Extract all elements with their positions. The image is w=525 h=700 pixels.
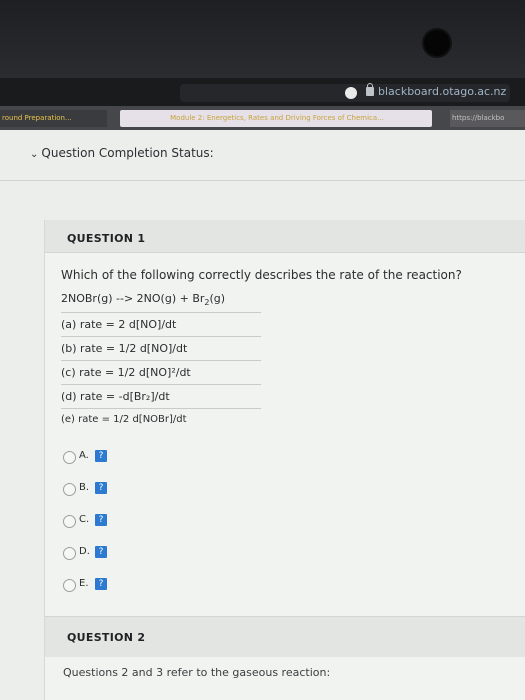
question-2-header: QUESTION 2 [45, 616, 525, 657]
help-icon[interactable]: ? [95, 450, 107, 462]
reaction-text: 2NOBr(g) --> 2NO(g) + Br [61, 292, 205, 305]
radio-e[interactable] [63, 579, 76, 592]
address-bar[interactable]: blackboard.otago.ac.nz [0, 78, 525, 106]
help-icon[interactable]: ? [95, 546, 107, 558]
radio-a[interactable] [63, 451, 76, 464]
divider [0, 180, 525, 181]
url-text[interactable]: blackboard.otago.ac.nz [378, 85, 506, 98]
choice-b: (b) rate = 1/2 d[NO]/dt [61, 342, 188, 355]
option-a-label: A. [79, 450, 89, 461]
question-2-text: Questions 2 and 3 refer to the gaseous r… [63, 666, 331, 679]
option-c-label: C. [79, 514, 90, 525]
question-1-header: QUESTION 1 [45, 220, 525, 253]
radio-c[interactable] [63, 515, 76, 528]
tab-preparation[interactable]: round Preparation... [0, 110, 107, 127]
page-content: ⌄ Question Completion Status: QUESTION 1 … [0, 130, 525, 700]
completion-status-toggle[interactable]: ⌄ Question Completion Status: [30, 146, 214, 160]
question-1-prompt: Which of the following correctly describ… [61, 268, 462, 282]
choice-d: (d) rate = -d[Br₂]/dt [61, 390, 170, 403]
chevron-down-icon: ⌄ [30, 149, 39, 160]
reaction-equation: 2NOBr(g) --> 2NO(g) + Br2(g) [61, 292, 225, 307]
choice-c: (c) rate = 1/2 d[NO]²/dt [61, 366, 191, 379]
completion-status-label: Question Completion Status: [41, 146, 214, 160]
tab-strip: round Preparation... Module 2: Energetic… [0, 106, 525, 130]
question-2-title: QUESTION 2 [67, 631, 146, 644]
question-1-title: QUESTION 1 [67, 232, 146, 245]
choice-e: (e) rate = 1/2 d[NOBr]/dt [61, 414, 187, 425]
help-icon[interactable]: ? [95, 578, 107, 590]
radio-d[interactable] [63, 547, 76, 560]
browser-screen: blackboard.otago.ac.nz round Preparation… [0, 78, 525, 700]
reaction-end: (g) [209, 292, 226, 305]
camera-icon [424, 30, 450, 56]
choice-a: (a) rate = 2 d[NO]/dt [61, 318, 177, 331]
help-icon[interactable]: ? [95, 482, 107, 494]
help-icon[interactable]: ? [95, 514, 107, 526]
divider [61, 360, 261, 361]
divider [61, 384, 261, 385]
option-b-label: B. [79, 482, 90, 493]
tab-blackboard-url[interactable]: https://blackbo [450, 110, 525, 127]
divider [61, 408, 261, 409]
divider [61, 312, 261, 313]
lock-icon [366, 83, 374, 96]
question-1-panel: QUESTION 1 Which of the following correc… [44, 220, 525, 700]
radio-b[interactable] [63, 483, 76, 496]
divider [61, 336, 261, 337]
option-d-label: D. [79, 546, 90, 557]
tab-module-2[interactable]: Module 2: Energetics, Rates and Driving … [120, 110, 432, 127]
device-bezel [0, 0, 525, 78]
option-e-label: E. [79, 578, 89, 589]
reload-dot-icon[interactable] [345, 87, 357, 99]
